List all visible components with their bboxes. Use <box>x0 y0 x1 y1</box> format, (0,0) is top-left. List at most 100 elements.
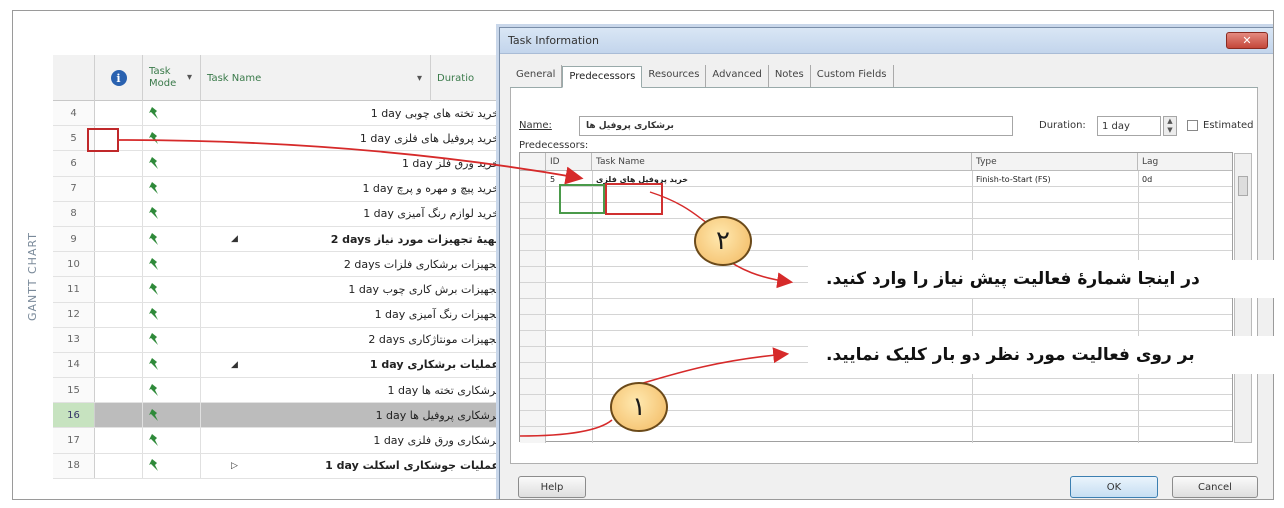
vertical-scrollbar[interactable] <box>1234 153 1252 443</box>
close-button[interactable]: ✕ <box>1226 32 1268 49</box>
row-number[interactable]: 12 <box>53 302 95 327</box>
indicator-cell[interactable] <box>95 302 143 327</box>
task-row[interactable]: 14 ◢ 1 day عملیات برشکاری <box>53 352 523 379</box>
collapse-triangle-icon[interactable]: ◢ <box>231 234 238 244</box>
task-mode-cell[interactable] <box>143 453 201 478</box>
indicator-cell[interactable] <box>95 151 143 176</box>
tab-advanced[interactable]: Advanced <box>706 65 769 87</box>
duration-field[interactable]: 1 day <box>1097 116 1161 136</box>
row-number[interactable]: 9 <box>53 226 95 252</box>
task-row[interactable]: 9 ◢ 2 days تهیهٔ تجهیزات مورد نیاز <box>53 226 523 253</box>
task-name-cell[interactable]: 1 day خرید تخته های چوبی <box>201 101 523 125</box>
indicator-cell[interactable] <box>95 252 143 277</box>
task-name-cell[interactable]: ◢ 2 days تهیهٔ تجهیزات مورد نیاز <box>201 227 523 251</box>
chevron-down-icon[interactable]: ▾ <box>187 72 192 84</box>
empty-row[interactable] <box>520 235 1232 251</box>
predecessor-lag-cell[interactable]: 0d <box>1138 171 1234 187</box>
task-name-cell[interactable]: 1 day خرید ورق فلز <box>201 151 523 175</box>
row-number[interactable]: 18 <box>53 453 95 478</box>
task-mode-cell[interactable] <box>143 126 201 151</box>
predecessor-type-cell[interactable]: Finish-to-Start (FS) <box>972 171 1138 187</box>
task-row[interactable]: 11 1 day تجهیزات برش کاری چوب <box>53 277 523 303</box>
task-mode-cell[interactable] <box>143 201 201 226</box>
gantt-chart-side-label[interactable]: GANTT CHART <box>13 51 53 499</box>
chevron-down-icon[interactable]: ▾ <box>417 73 422 84</box>
tab-predecessors[interactable]: Predecessors <box>562 66 643 88</box>
task-name-cell[interactable]: 2 days تجهیزات برشکاری فلزات <box>201 252 523 276</box>
task-name-cell[interactable]: ▷ 1 day عملیات جوشکاری اسکلت <box>201 454 523 478</box>
duration-spinner[interactable]: ▲ ▼ <box>1163 116 1177 136</box>
task-mode-cell[interactable] <box>143 403 201 428</box>
row-number[interactable]: 13 <box>53 327 95 352</box>
row-number[interactable]: 6 <box>53 151 95 176</box>
task-name-cell[interactable]: 1 day برشکاری ورق فلزی <box>201 428 523 452</box>
task-mode-cell[interactable] <box>143 327 201 352</box>
empty-row[interactable] <box>520 315 1232 331</box>
row-number[interactable]: 7 <box>53 176 95 201</box>
task-name-cell[interactable]: 2 days تجهیزات مونتاژکاری <box>201 328 523 352</box>
collapse-triangle-icon[interactable]: ◢ <box>231 360 238 370</box>
task-mode-cell[interactable] <box>143 101 201 126</box>
row-number[interactable]: 15 <box>53 378 95 403</box>
row-number[interactable]: 14 <box>53 352 95 378</box>
tab-resources[interactable]: Resources <box>642 65 707 87</box>
row-number[interactable]: 8 <box>53 201 95 226</box>
indicators-header[interactable]: i <box>95 55 143 101</box>
task-row[interactable]: 13 2 days تجهیزات مونتاژکاری <box>53 327 523 353</box>
task-row[interactable]: 10 2 days تجهیزات برشکاری فلزات <box>53 252 523 278</box>
task-row[interactable]: 12 1 day تجهیزات رنگ آمیزی <box>53 302 523 328</box>
tab-general[interactable]: General <box>510 65 563 87</box>
task-mode-cell[interactable] <box>143 226 201 252</box>
indicator-cell[interactable] <box>95 101 143 126</box>
task-row[interactable]: 6 1 day خرید ورق فلز <box>53 151 523 177</box>
task-mode-cell[interactable] <box>143 302 201 327</box>
name-field[interactable]: برشکاری پروفیل ها <box>579 116 1013 136</box>
task-name-cell[interactable]: ◢ 1 day عملیات برشکاری <box>201 353 523 377</box>
cancel-button[interactable]: Cancel <box>1172 476 1258 498</box>
task-name-cell[interactable]: 1 day برشکاری پروفیل ها <box>201 403 523 427</box>
task-row[interactable]: 16 1 day برشکاری پروفیل ها <box>53 403 523 429</box>
row-number[interactable]: 10 <box>53 252 95 277</box>
row-number[interactable]: 16 <box>53 403 95 428</box>
task-name-cell[interactable]: 1 day تجهیزات رنگ آمیزی <box>201 303 523 327</box>
indicator-cell[interactable] <box>95 201 143 226</box>
tab-notes[interactable]: Notes <box>769 65 811 87</box>
task-row[interactable]: 15 1 day برشکاری تخته ها <box>53 378 523 404</box>
indicator-cell[interactable] <box>95 378 143 403</box>
row-number[interactable]: 17 <box>53 428 95 453</box>
task-mode-cell[interactable] <box>143 378 201 403</box>
indicator-cell[interactable] <box>95 327 143 352</box>
task-name-cell[interactable]: 1 day خرید پیچ و مهره و پرچ <box>201 177 523 201</box>
task-row[interactable]: 17 1 day برشکاری ورق فلزی <box>53 428 523 454</box>
task-row[interactable]: 4 1 day خرید تخته های چوبی <box>53 101 523 127</box>
estimated-checkbox[interactable] <box>1187 120 1198 131</box>
tab-custom-fields[interactable]: Custom Fields <box>811 65 894 87</box>
indicator-cell[interactable] <box>95 403 143 428</box>
task-name-header[interactable]: Task Name ▾ <box>201 55 431 101</box>
empty-row[interactable] <box>520 219 1232 235</box>
task-mode-header[interactable]: Task Mode ▾ <box>143 55 201 101</box>
task-row[interactable]: 8 1 day خرید لوازم رنگ آمیزی <box>53 201 523 227</box>
ok-button[interactable]: OK <box>1070 476 1158 498</box>
row-number[interactable]: 11 <box>53 277 95 302</box>
task-mode-cell[interactable] <box>143 252 201 277</box>
task-mode-cell[interactable] <box>143 352 201 378</box>
indicator-cell[interactable] <box>95 352 143 378</box>
empty-row[interactable] <box>520 299 1232 315</box>
indicator-cell[interactable] <box>95 428 143 453</box>
collapse-triangle-icon[interactable]: ▷ <box>231 461 238 471</box>
task-mode-cell[interactable] <box>143 428 201 453</box>
indicator-cell[interactable] <box>95 176 143 201</box>
task-name-cell[interactable]: 1 day خرید پروفیل های فلزی <box>201 126 523 150</box>
task-row[interactable]: 18 ▷ 1 day عملیات جوشکاری اسکلت <box>53 453 523 479</box>
task-mode-cell[interactable] <box>143 151 201 176</box>
task-name-cell[interactable]: 1 day برشکاری تخته ها <box>201 378 523 402</box>
task-name-cell[interactable]: 1 day خرید لوازم رنگ آمیزی <box>201 202 523 226</box>
help-button[interactable]: Help <box>518 476 586 498</box>
task-mode-cell[interactable] <box>143 277 201 302</box>
task-row[interactable]: 7 1 day خرید پیچ و مهره و پرچ <box>53 176 523 202</box>
indicator-cell[interactable] <box>95 453 143 478</box>
task-row[interactable]: 51 day خرید پروفیل های فلزی <box>53 126 523 152</box>
row-number[interactable]: 4 <box>53 101 95 126</box>
task-name-cell[interactable]: 1 day تجهیزات برش کاری چوب <box>201 277 523 301</box>
